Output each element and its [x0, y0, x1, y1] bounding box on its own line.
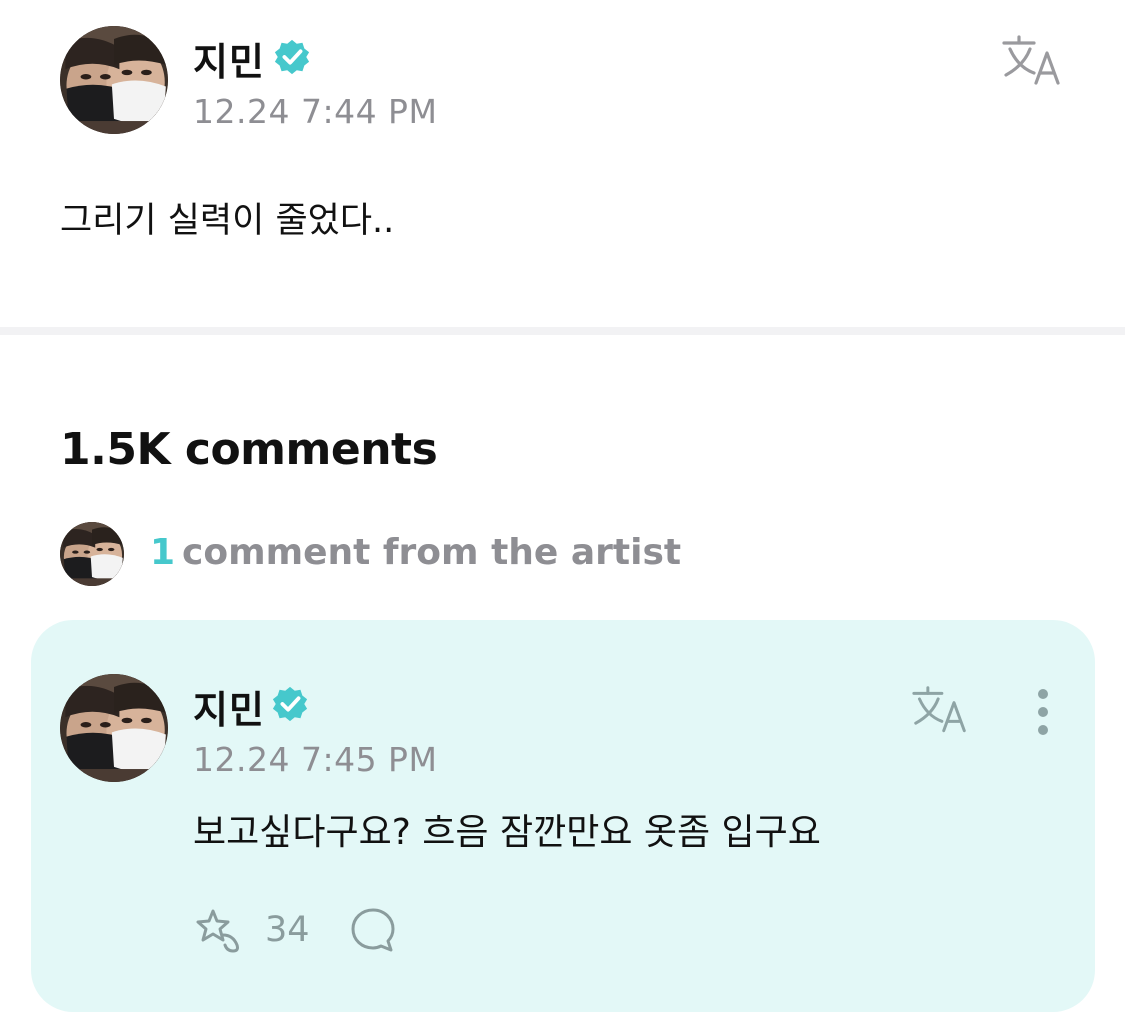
- section-divider: [0, 327, 1125, 335]
- comment-timestamp: 12.24 7:45 PM: [193, 740, 438, 779]
- comments-count-heading: 1.5K comments: [60, 424, 438, 475]
- reply-bubble-icon[interactable]: [348, 905, 398, 955]
- artist-comment-count[interactable]: 1: [150, 532, 175, 573]
- translate-icon[interactable]: [910, 684, 970, 740]
- translate-icon[interactable]: [1000, 33, 1064, 93]
- verified-check-icon: [273, 38, 311, 76]
- comment-author-name[interactable]: 지민: [193, 679, 265, 734]
- star-like-icon[interactable]: [193, 905, 245, 957]
- artist-comment-avatar: [60, 522, 124, 586]
- more-vertical-icon[interactable]: [1028, 683, 1058, 743]
- author-name[interactable]: 지민: [193, 31, 265, 86]
- like-count: 34: [265, 910, 310, 950]
- author-avatar[interactable]: [60, 26, 168, 134]
- post-body-text: 그리기 실력이 줄었다..: [60, 201, 395, 241]
- post-timestamp: 12.24 7:44 PM: [193, 92, 438, 131]
- comment-author-avatar[interactable]: [60, 674, 168, 782]
- comment-body-text: 보고싶다구요? 흐음 잠깐만요 옷좀 입구요: [193, 812, 821, 853]
- verified-check-icon: [271, 685, 309, 723]
- artist-comment-label[interactable]: comment from the artist: [182, 532, 681, 573]
